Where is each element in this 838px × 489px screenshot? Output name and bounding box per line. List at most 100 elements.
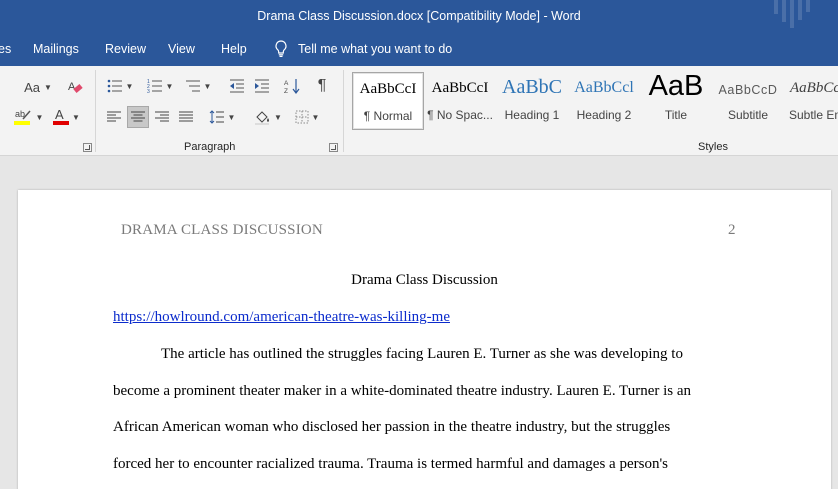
sort-button[interactable]: A Z — [281, 75, 303, 97]
align-right-button[interactable] — [152, 107, 172, 127]
font-color-icon: A — [53, 107, 70, 125]
style-no-spacing[interactable]: AaBbCcI ¶ No Spac... — [424, 72, 496, 130]
highlighter-icon: ab — [13, 109, 31, 125]
tell-me-box[interactable]: Tell me what you want to do — [274, 40, 452, 57]
tab-help[interactable]: Help — [221, 42, 247, 56]
style-sample: AaBbCcI — [359, 81, 417, 97]
align-right-icon — [155, 111, 169, 122]
borders-icon — [295, 110, 309, 124]
paragraph-group-label: Paragraph — [184, 141, 236, 153]
chevron-down-icon: ▼ — [43, 82, 52, 92]
style-title[interactable]: AaB Title — [640, 72, 712, 130]
group-separator — [95, 70, 96, 152]
font-dialog-launcher[interactable] — [83, 143, 92, 152]
tab-references[interactable]: es — [0, 42, 11, 56]
pilcrow-icon: ¶ — [317, 77, 327, 94]
chevron-down-icon: ▼ — [203, 81, 212, 91]
change-case-button[interactable]: Aa ▼ — [22, 76, 54, 98]
show-formatting-button[interactable]: ¶ — [311, 75, 333, 97]
svg-text:Z: Z — [284, 88, 288, 94]
lightbulb-icon — [275, 40, 287, 57]
document-title: Drama Class Discussion — [351, 272, 498, 288]
tab-mailings[interactable]: Mailings — [33, 42, 79, 56]
align-left-button[interactable] — [104, 107, 124, 127]
title-bar: Drama Class Discussion.docx [Compatibili… — [0, 0, 838, 34]
paragraph-dialog-launcher[interactable] — [329, 143, 338, 152]
decrease-indent-button[interactable] — [226, 75, 248, 97]
paint-bucket-icon — [255, 111, 270, 125]
chevron-down-icon: ▼ — [311, 112, 320, 122]
tell-me-label: Tell me what you want to do — [298, 41, 453, 56]
multilevel-list-button[interactable]: ▼ — [181, 75, 215, 97]
style-subtitle[interactable]: AaBbCcD Subtitle — [712, 72, 784, 130]
running-head: DRAMA CLASS DISCUSSION — [121, 222, 323, 238]
tab-review[interactable]: Review — [105, 42, 146, 56]
document-canvas[interactable]: DRAMA CLASS DISCUSSION 2 Drama Class Dis… — [0, 156, 838, 489]
svg-text:A: A — [68, 81, 76, 93]
multilevel-list-icon — [185, 80, 200, 92]
document-page[interactable]: DRAMA CLASS DISCUSSION 2 Drama Class Dis… — [18, 190, 831, 489]
article-link[interactable]: https://howlround.com/american-theatre-w… — [113, 309, 450, 326]
page-number: 2 — [728, 222, 736, 238]
increase-indent-button[interactable] — [251, 75, 273, 97]
window-title: Drama Class Discussion.docx [Compatibili… — [257, 9, 581, 23]
text-highlight-button[interactable]: ab ▼ — [10, 106, 46, 128]
chevron-down-icon: ▼ — [72, 112, 80, 122]
bullet-list-icon — [107, 79, 122, 93]
chevron-down-icon: ▼ — [227, 112, 236, 122]
bullets-button[interactable]: ▼ — [104, 75, 136, 97]
justify-button[interactable] — [176, 107, 196, 127]
svg-text:A: A — [284, 80, 289, 87]
numbered-list-icon: 1 2 3 — [147, 79, 162, 93]
highlight-color-swatch — [13, 121, 30, 125]
increase-indent-icon — [255, 79, 269, 93]
style-subtle-emphasis[interactable]: AaBbCcI Subtle Em — [784, 72, 838, 130]
body-line: African American woman who disclosed her… — [113, 419, 671, 435]
svg-text:3: 3 — [147, 89, 150, 93]
style-name: Title — [664, 108, 688, 122]
tab-view[interactable]: View — [168, 42, 195, 56]
sort-icon: A Z — [284, 79, 300, 94]
line-spacing-button[interactable]: ▼ — [205, 106, 239, 128]
decrease-indent-icon — [230, 79, 244, 93]
chevron-down-icon: ▼ — [165, 81, 174, 91]
align-center-icon — [131, 111, 145, 122]
body-line: forced her to encounter racialized traum… — [113, 456, 668, 472]
body-line: The article has outlined the struggles f… — [161, 346, 683, 362]
style-sample: AaBbCcD — [718, 83, 778, 97]
align-center-button[interactable] — [127, 106, 149, 128]
group-separator — [343, 70, 344, 152]
style-sample: AaBbC — [502, 76, 562, 98]
style-sample: AaBbCcI — [431, 80, 489, 96]
style-name: Heading 2 — [576, 108, 632, 122]
eraser-icon: A — [68, 81, 83, 93]
ribbon-tabs: es Mailings Review View Help Tell me wha… — [0, 34, 838, 66]
style-sample: AaBbCcI — [790, 80, 838, 96]
font-color-button[interactable]: A ▼ — [50, 106, 82, 128]
shading-button[interactable]: ▼ — [251, 106, 285, 128]
style-heading-2[interactable]: AaBbCcl Heading 2 — [568, 72, 640, 130]
line-spacing-icon — [209, 110, 224, 124]
chevron-down-icon: ▼ — [125, 81, 134, 91]
body-line: become a prominent theater maker in a wh… — [113, 383, 692, 399]
ribbon: Aa ▼ A ab ▼ A ▼ ▼ 1 2 3 ▼ ▼ A Z ¶ ▼ ▼ ▼ … — [0, 66, 838, 156]
justify-icon — [179, 111, 193, 122]
style-sample: AaBbCcl — [574, 79, 634, 96]
style-heading-1[interactable]: AaBbC Heading 1 — [496, 72, 568, 130]
chevron-down-icon: ▼ — [274, 112, 282, 122]
style-name: ¶ No Spac... — [427, 108, 493, 122]
svg-text:A: A — [55, 107, 64, 122]
styles-group-label: Styles — [698, 141, 728, 153]
style-sample: AaB — [648, 72, 704, 102]
chevron-down-icon: ▼ — [35, 112, 44, 122]
style-name: Subtitle — [727, 108, 769, 122]
style-name: Subtle Em — [789, 108, 838, 122]
numbering-button[interactable]: 1 2 3 ▼ — [143, 75, 177, 97]
clear-formatting-button[interactable]: A — [64, 76, 86, 98]
style-name: ¶ Normal — [363, 109, 413, 123]
font-color-swatch — [53, 121, 70, 125]
style-name: Heading 1 — [504, 108, 560, 122]
style-normal[interactable]: AaBbCcI ¶ Normal — [352, 72, 424, 130]
borders-button[interactable]: ▼ — [290, 106, 324, 128]
align-left-icon — [107, 111, 121, 122]
